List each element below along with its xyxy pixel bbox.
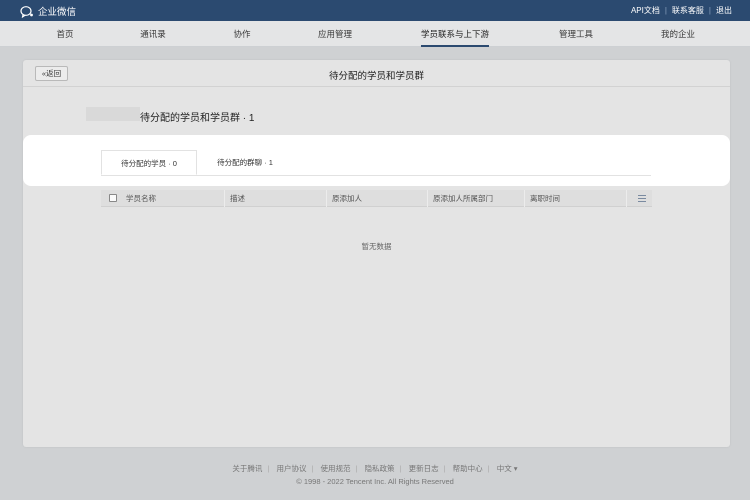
nav-item-contacts[interactable]: 通讯录: [140, 21, 166, 47]
divider: |: [267, 464, 270, 473]
divider: |: [311, 464, 314, 473]
column-header-student-name[interactable]: 学员名称: [121, 190, 225, 207]
logo[interactable]: 企业微信: [20, 4, 76, 18]
divider: |: [443, 464, 446, 473]
page-title: 待分配的学员和学员群: [328, 71, 424, 82]
divider: |: [399, 464, 402, 473]
api-docs-link[interactable]: API文档: [631, 5, 660, 16]
tab-unassigned-groups[interactable]: 待分配的群聊 · 1: [197, 150, 293, 175]
divider: |: [664, 6, 667, 15]
footer-link-usage-rules[interactable]: 使用规范: [321, 464, 351, 473]
nav-item-management-tools[interactable]: 管理工具: [559, 21, 593, 47]
logo-text: 企业微信: [38, 7, 77, 18]
top-links: API文档 | 联系客服 | 退出: [631, 5, 732, 16]
tab-unassigned-students[interactable]: 待分配的学员 · 0: [101, 150, 197, 175]
divider: |: [355, 464, 358, 473]
footer-link-help-center[interactable]: 帮助中心: [453, 464, 483, 473]
footer-link-about[interactable]: 关于腾讯: [232, 464, 262, 473]
nav-item-my-enterprise[interactable]: 我的企业: [661, 21, 695, 47]
tabs-divider: [101, 175, 651, 176]
contact-support-link[interactable]: 联系客服: [672, 5, 704, 16]
copyright: © 1998 - 2022 Tencent Inc. All Rights Re…: [296, 477, 454, 486]
column-header-leave-time[interactable]: 离职时间: [525, 190, 627, 207]
top-bar: 企业微信 API文档 | 联系客服 | 退出: [0, 0, 750, 21]
wecom-logo-icon: [20, 5, 33, 18]
column-header-description[interactable]: 描述: [225, 190, 327, 207]
column-header-original-adder[interactable]: 原添加人: [327, 190, 428, 207]
nav-item-student-contact[interactable]: 学员联系与上下游: [420, 21, 490, 47]
language-select[interactable]: 中文 ▾: [497, 464, 518, 473]
tabs-area: 待分配的学员 · 0 待分配的群聊 · 1: [23, 135, 730, 186]
main-nav: 首页 通讯录 协作 应用管理 学员联系与上下游 管理工具 我的企业: [0, 21, 750, 47]
section-title: 待分配的学员和学员群 · 1: [140, 113, 255, 124]
footer-link-user-agreement[interactable]: 用户协议: [276, 464, 306, 473]
divider: |: [487, 464, 490, 473]
column-header-adder-department[interactable]: 原添加人所属部门: [428, 190, 525, 207]
table-header: 学员名称 描述 原添加人 原添加人所属部门 离职时间: [101, 190, 652, 207]
divider: |: [708, 6, 711, 15]
avatar-placeholder: [86, 107, 140, 121]
nav-item-collaboration[interactable]: 协作: [233, 21, 250, 47]
nav-item-home[interactable]: 首页: [56, 21, 73, 47]
footer-link-privacy[interactable]: 隐私政策: [365, 464, 395, 473]
card-header: «返回 待分配的学员和学员群: [23, 60, 730, 87]
empty-state-text: 暂无数据: [361, 242, 392, 251]
main-card: «返回 待分配的学员和学员群 待分配的学员和学员群 · 1 待分配的学员 · 0…: [23, 60, 730, 447]
footer-links: 关于腾讯 | 用户协议 | 使用规范 | 隐私政策 | 更新日志 | 帮助中心 | 中文 ▾: [0, 463, 750, 474]
column-settings-icon[interactable]: [638, 194, 646, 203]
footer-link-changelog[interactable]: 更新日志: [409, 464, 439, 473]
logout-link[interactable]: 退出: [716, 5, 732, 16]
select-all-checkbox[interactable]: [109, 194, 117, 202]
nav-item-app-management[interactable]: 应用管理: [318, 21, 352, 47]
